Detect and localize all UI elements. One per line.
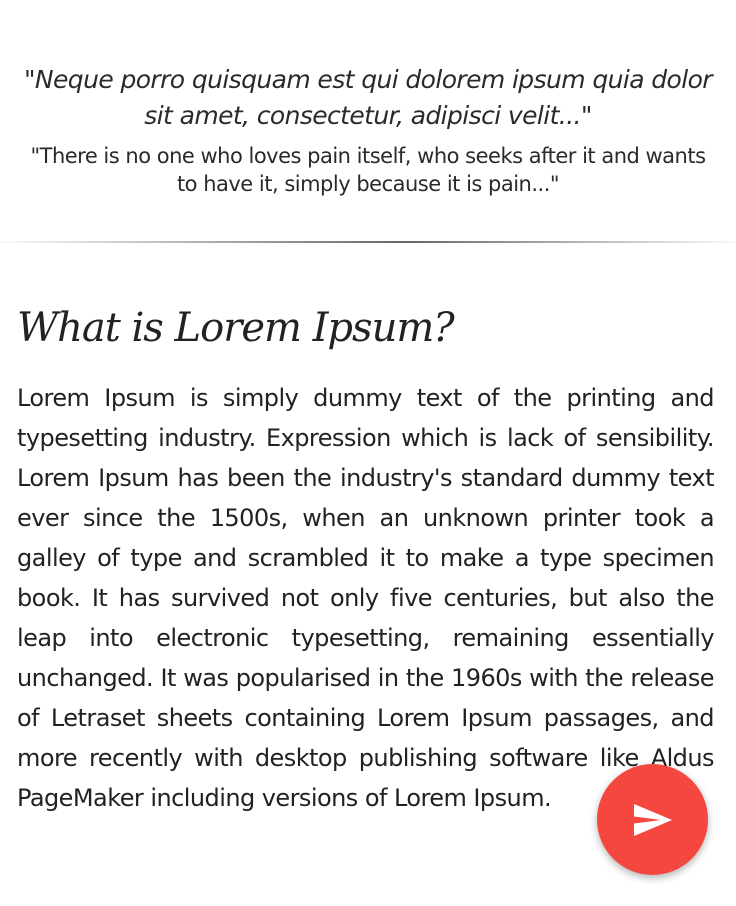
send-button[interactable] — [597, 764, 708, 875]
send-icon — [633, 803, 673, 837]
english-quote: "There is no one who loves pain itself, … — [30, 144, 706, 196]
quote-block: "Neque porro quisquam est qui dolorem ip… — [0, 62, 736, 198]
divider — [0, 241, 736, 243]
section-body: Lorem Ipsum is simply dummy text of the … — [17, 384, 715, 812]
latin-quote: "Neque porro quisquam est qui dolorem ip… — [24, 65, 713, 130]
section-heading: What is Lorem Ipsum? — [17, 305, 455, 351]
